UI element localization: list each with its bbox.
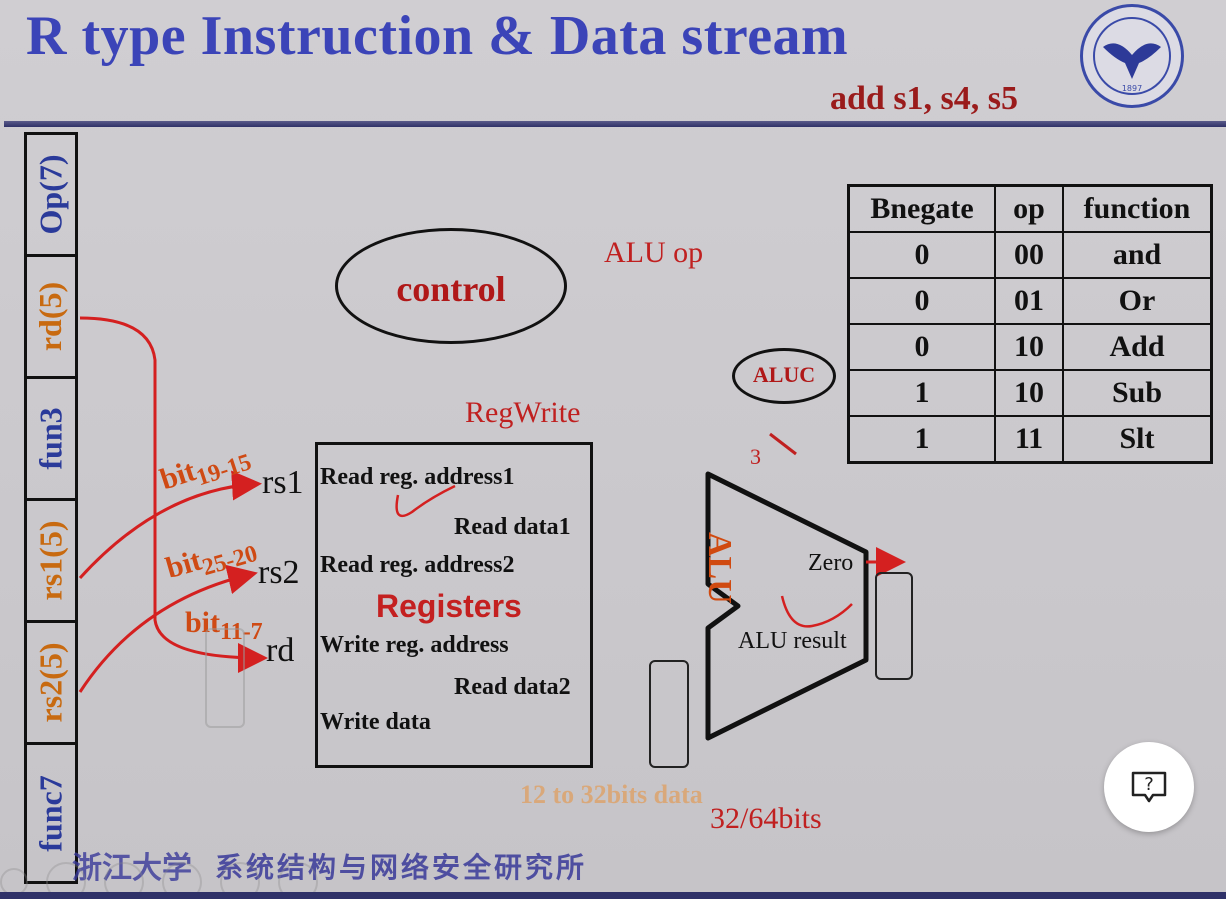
table-cell: Or xyxy=(1062,277,1213,325)
reg-read-addr1: Read reg. address1 xyxy=(320,464,515,490)
table-cell: 10 xyxy=(994,369,1064,417)
alu-zero-label: Zero xyxy=(808,550,854,576)
table-cell: 1 xyxy=(847,369,996,417)
table-cell: 0 xyxy=(847,323,996,371)
table-row: 0 10 Add xyxy=(847,323,1213,371)
table-cell: and xyxy=(1062,231,1213,279)
imm-data-note: 12 to 32bits data xyxy=(520,780,703,809)
table-header: function xyxy=(1062,184,1213,233)
alu-shape xyxy=(705,471,869,741)
zero-mux xyxy=(875,572,913,680)
table-cell: Slt xyxy=(1062,415,1213,464)
help-button[interactable]: ? xyxy=(1104,742,1194,832)
regwrite-signal: RegWrite xyxy=(465,396,581,429)
alu-src-mux xyxy=(649,660,689,768)
svg-text:?: ? xyxy=(1144,774,1154,795)
slide: R type Instruction & Data stream add s1,… xyxy=(0,0,1226,899)
aluc-label: ALUC xyxy=(752,362,816,387)
port-rs1: rs1 xyxy=(262,464,304,501)
aluc-width-slash xyxy=(769,432,797,456)
port-rd: rd xyxy=(266,632,295,669)
table-cell: 0 xyxy=(847,277,996,325)
table-cell: 11 xyxy=(994,415,1064,464)
table-cell: 1 xyxy=(847,415,996,464)
reg-read-data1: Read data1 xyxy=(454,514,571,540)
table-cell: 01 xyxy=(994,277,1064,325)
table-row: 0 00 and xyxy=(847,231,1213,279)
table-cell: Sub xyxy=(1062,369,1213,417)
table-cell: 10 xyxy=(994,323,1064,371)
table-header: op xyxy=(994,184,1064,233)
reg-read-data2: Read data2 xyxy=(454,674,571,700)
alu-control-table: Bnegate op function 0 00 and 0 01 Or 0 1… xyxy=(847,184,1213,464)
reg-write-addr: Write reg. address xyxy=(320,632,509,658)
alu-label: ALU xyxy=(701,532,738,604)
footer-divider xyxy=(0,892,1226,899)
help-icon: ? xyxy=(1131,771,1167,803)
reg-write-data: Write data xyxy=(320,709,431,735)
reg-read-addr2: Read reg. address2 xyxy=(320,552,515,578)
table-cell: Add xyxy=(1062,323,1213,371)
table-row: 0 01 Or xyxy=(847,277,1213,325)
alu-result-label: ALU result xyxy=(738,628,847,654)
faded-mux xyxy=(205,628,245,728)
alu-op-signal: ALU op xyxy=(604,236,704,269)
control-label: control xyxy=(396,269,506,309)
aluc-width: 3 xyxy=(750,444,761,469)
table-header-row: Bnegate op function xyxy=(847,184,1213,233)
table-row: 1 10 Sub xyxy=(847,369,1213,417)
annotation-curve-alu xyxy=(780,595,853,628)
width-note: 32/64bits xyxy=(710,802,822,835)
table-cell: 00 xyxy=(994,231,1064,279)
table-header: Bnegate xyxy=(847,184,996,233)
registers-name: Registers xyxy=(376,588,522,624)
port-rs2: rs2 xyxy=(258,554,300,591)
table-cell: 0 xyxy=(847,231,996,279)
table-row: 1 11 Slt xyxy=(847,415,1213,464)
